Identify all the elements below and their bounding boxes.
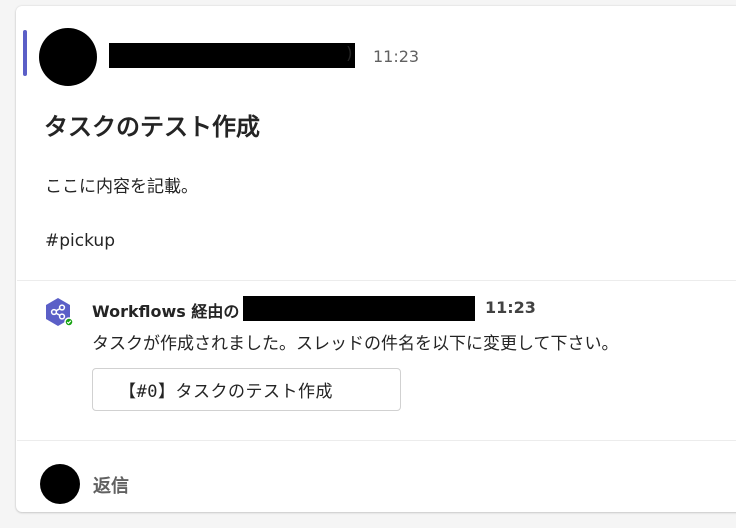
suggested-title-text: 【#0】タスクのテスト作成: [119, 382, 333, 402]
post-timestamp[interactable]: 11:23: [373, 47, 419, 66]
suggested-title-box: 【#0】タスクのテスト作成: [92, 368, 401, 411]
unread-accent-bar: [23, 30, 27, 76]
post-hashtag: #pickup: [45, 231, 115, 251]
post-card: [16, 6, 736, 512]
author-name-suffix: ): [346, 44, 353, 64]
reply-button[interactable]: 返信: [93, 472, 129, 498]
workflow-sender-label: Workflows 経由の: [92, 302, 240, 321]
author-avatar[interactable]: [39, 28, 97, 86]
post-body: ここに内容を記載。: [45, 177, 198, 197]
workflows-icon: [46, 298, 73, 327]
redacted-workflow-owner: [243, 296, 475, 321]
current-user-avatar: [40, 464, 80, 504]
divider: [17, 440, 736, 441]
divider: [17, 280, 736, 281]
workflow-message: タスクが作成されました。スレッドの件名を以下に変更して下さい。: [92, 334, 619, 354]
reply-timestamp[interactable]: 11:23: [485, 298, 536, 317]
redacted-author-name: [109, 43, 355, 68]
post-subject: タスクのテスト作成: [44, 113, 260, 141]
